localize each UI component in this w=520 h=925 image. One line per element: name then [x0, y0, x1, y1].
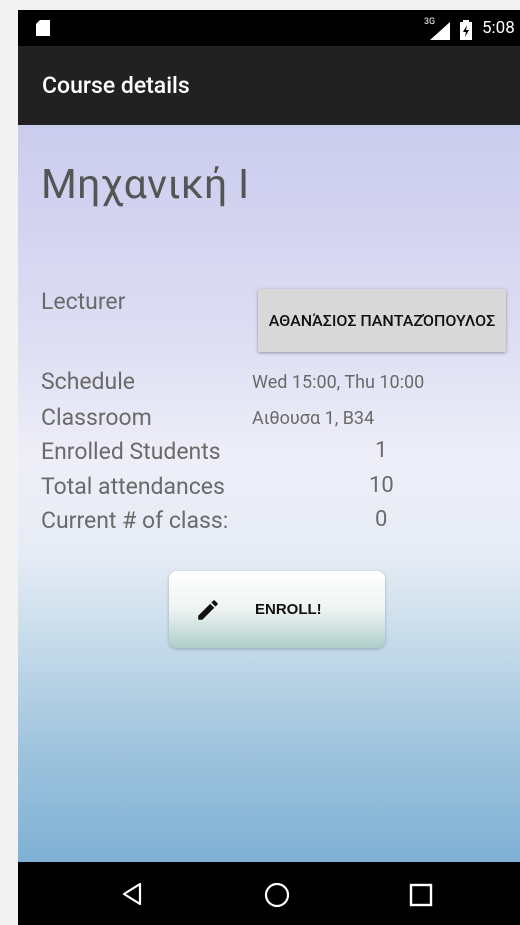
recents-square-icon[interactable]: [408, 882, 434, 908]
schedule-label: Schedule: [41, 368, 135, 395]
app-bar: Course details: [18, 46, 520, 125]
signal-icon: [430, 22, 450, 40]
total-attendances-label: Total attendances: [41, 473, 225, 500]
lecturer-button[interactable]: ΑΘΑΝΆΣΙΟΣ ΠΑΝΤΑΖΌΠΟΥΛΟΣ: [258, 289, 506, 352]
current-class-label: Current # of class:: [41, 507, 229, 534]
device-screen: 3G 5:08 Course details Μηχανική Ι Lectur…: [18, 10, 520, 925]
battery-icon: [460, 20, 472, 40]
clock: 5:08: [482, 18, 515, 38]
navigation-bar: [18, 862, 520, 925]
classroom-label: Classroom: [41, 404, 152, 431]
current-class-value: 0: [375, 507, 388, 532]
back-triangle-icon[interactable]: [121, 882, 143, 906]
course-details-panel: Μηχανική Ι Lecturer ΑΘΑΝΆΣΙΟΣ ΠΑΝΤΑΖΌΠΟΥ…: [18, 125, 520, 862]
course-title: Μηχανική Ι: [41, 161, 250, 209]
app-bar-title: Course details: [42, 72, 190, 99]
total-attendances-value: 10: [369, 473, 394, 498]
classroom-value: Αιθουσα 1, Β34: [252, 408, 375, 429]
sd-card-icon: [36, 20, 50, 36]
status-bar: 3G 5:08: [18, 10, 520, 46]
enroll-button-label: ENROLL!: [255, 601, 322, 618]
lecturer-label: Lecturer: [41, 288, 126, 315]
enroll-button[interactable]: ENROLL!: [169, 571, 385, 648]
schedule-value: Wed 15:00, Thu 10:00: [252, 372, 425, 393]
pencil-icon: [198, 600, 218, 620]
enrolled-students-value: 1: [375, 438, 388, 463]
enrolled-students-label: Enrolled Students: [41, 438, 221, 465]
home-circle-icon[interactable]: [263, 882, 291, 908]
